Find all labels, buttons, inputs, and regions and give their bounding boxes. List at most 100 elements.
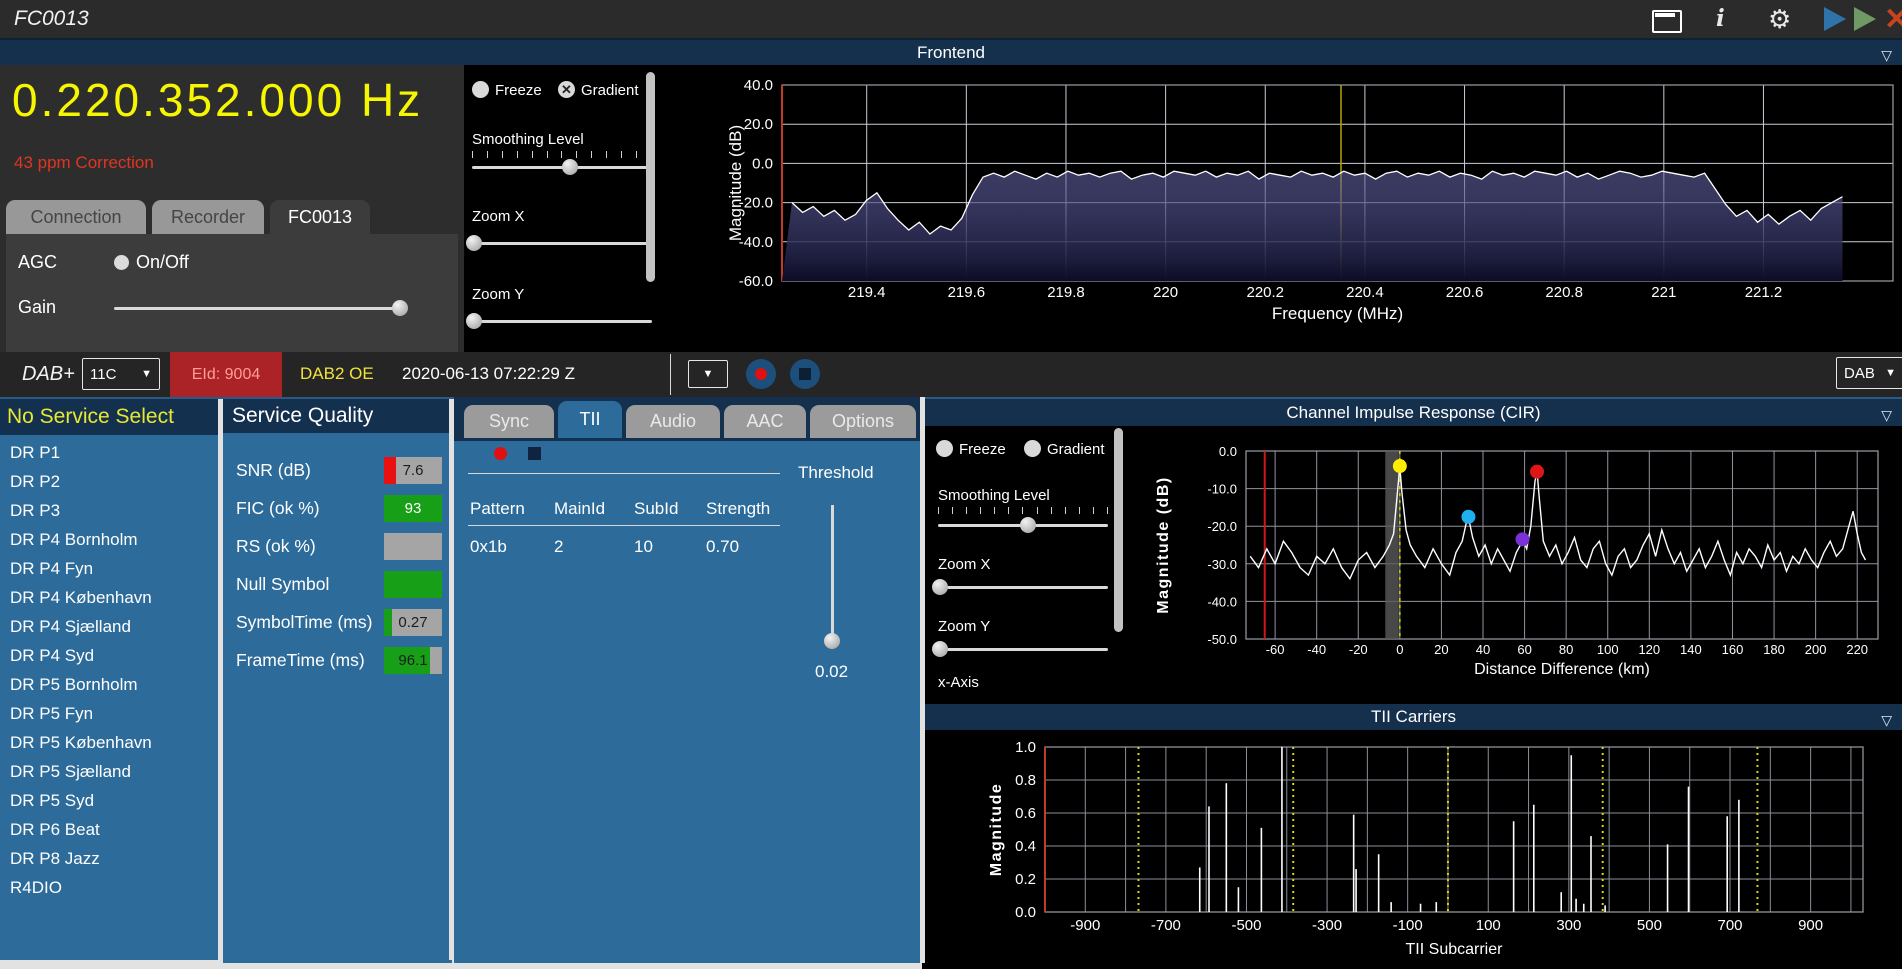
frontend-vertical-slider[interactable]: [646, 72, 655, 282]
divider: [468, 525, 780, 526]
tii-sub-legend-square: [528, 447, 541, 460]
tii-table-cell: 10: [634, 537, 653, 556]
tab-connection[interactable]: Connection: [6, 200, 146, 234]
cir-smoothing-label: Smoothing Level: [938, 487, 1050, 504]
play-green-icon[interactable]: [1854, 7, 1876, 31]
list-item[interactable]: DR P8 Jazz: [10, 849, 100, 869]
window-title: FC0013: [14, 7, 89, 30]
record-dot-icon: [755, 368, 767, 380]
cir-zoom-x-slider-handle[interactable]: [932, 579, 948, 595]
record-button[interactable]: [746, 359, 776, 389]
service-list-header: No Service Select: [0, 399, 218, 435]
frontend-body: 0.220.352.000 Hz 43 ppm Correction Conne…: [0, 65, 1902, 352]
list-item[interactable]: R4DIO: [10, 878, 62, 898]
dab-status-bar: DAB+ 11C ▼ EId: 9004 DAB2 OE 2020-06-13 …: [0, 352, 1902, 399]
gain-slider[interactable]: [114, 307, 400, 310]
tii-table-header: SubId: [634, 499, 679, 518]
threshold-slider-handle[interactable]: [824, 633, 840, 649]
list-item[interactable]: DR P6 Beat: [10, 820, 100, 840]
list-item[interactable]: DR P2: [10, 472, 60, 492]
list-item[interactable]: DR P5 Syd: [10, 791, 94, 811]
close-red-icon[interactable]: ✕: [1884, 2, 1902, 37]
svg-text:219.4: 219.4: [848, 284, 886, 301]
list-item[interactable]: DR P5 Fyn: [10, 704, 93, 724]
tii-table-header: Strength: [706, 499, 771, 518]
play-blue-icon[interactable]: [1824, 7, 1846, 31]
svg-text:-500: -500: [1231, 917, 1261, 934]
service-list-panel: No Service Select DR P1 DR P2 DR P3 DR P4 B…: [0, 399, 218, 963]
window-icon[interactable]: [1652, 10, 1682, 33]
list-item[interactable]: DR P5 Sjælland: [10, 762, 131, 782]
smoothing-slider-handle[interactable]: [562, 159, 578, 175]
cir-zoom-y-slider[interactable]: [938, 648, 1108, 651]
svg-text:100: 100: [1476, 917, 1501, 934]
tab-sync[interactable]: Sync: [464, 405, 554, 438]
tab-recorder[interactable]: Recorder: [152, 200, 264, 234]
cir-gradient-checkbox[interactable]: [1024, 440, 1041, 457]
frontend-title: Frontend: [916, 43, 986, 62]
list-item[interactable]: DR P4 København: [10, 588, 152, 608]
threshold-slider[interactable]: [831, 505, 834, 647]
svg-text:-300: -300: [1312, 917, 1342, 934]
frontend-plot-controls: Freeze ✕ Gradient Smoothing Level Zoom X…: [464, 65, 660, 352]
zoom-y-slider[interactable]: [472, 320, 652, 323]
svg-text:180: 180: [1763, 642, 1785, 657]
svg-text:0.0: 0.0: [1219, 444, 1237, 459]
list-item[interactable]: DR P5 København: [10, 733, 152, 753]
cir-zoom-x-slider[interactable]: [938, 586, 1108, 589]
divider: [670, 354, 671, 395]
svg-text:100: 100: [1597, 642, 1619, 657]
threshold-label: Threshold: [798, 463, 874, 482]
zoom-x-slider[interactable]: [472, 242, 652, 245]
tii-table-header: Pattern: [470, 499, 525, 518]
tab-audio[interactable]: Audio: [626, 405, 720, 438]
ensemble-id-badge: EId: 9004: [170, 352, 282, 397]
list-item[interactable]: DR P3: [10, 501, 60, 521]
gear-icon[interactable]: ⚙: [1768, 4, 1791, 35]
list-item[interactable]: DR P4 Sjælland: [10, 617, 131, 637]
tab-fc0013[interactable]: FC0013: [270, 200, 370, 234]
svg-text:220: 220: [1153, 284, 1178, 301]
frontend-left: 0.220.352.000 Hz 43 ppm Correction Conne…: [0, 65, 464, 352]
svg-text:-60.0: -60.0: [739, 273, 773, 290]
sq-label: FIC (ok %): [236, 498, 320, 518]
gain-slider-handle[interactable]: [392, 300, 408, 316]
cir-zoom-y-slider-handle[interactable]: [932, 641, 948, 657]
list-item[interactable]: DR P4 Fyn: [10, 559, 93, 579]
svg-text:80: 80: [1559, 642, 1573, 657]
threshold-value: 0.02: [815, 662, 849, 681]
smoothing-label: Smoothing Level: [472, 131, 584, 148]
app-window: FC0013 i ⚙ ✕ Frontend ▽ 0.220.352.000 Hz…: [0, 0, 1902, 969]
band-dropdown[interactable]: DAB ▼: [1836, 357, 1902, 389]
list-item[interactable]: DR P4 Bornholm: [10, 530, 138, 550]
zoom-y-slider-handle[interactable]: [466, 313, 482, 329]
tab-tii[interactable]: TII: [558, 401, 622, 438]
gradient-label: Gradient: [581, 82, 639, 99]
channel-dropdown[interactable]: 11C ▼: [82, 358, 160, 390]
svg-text:40: 40: [1476, 642, 1490, 657]
record-dropdown[interactable]: ▼: [688, 360, 728, 388]
chevron-down-icon: ▼: [1885, 367, 1896, 379]
tab-options[interactable]: Options: [810, 405, 916, 438]
freeze-checkbox[interactable]: [472, 81, 489, 98]
frontend-header: Frontend ▽: [0, 40, 1902, 65]
list-item[interactable]: DR P4 Syd: [10, 646, 94, 666]
sq-label: FrameTime (ms): [236, 650, 365, 670]
collapse-icon[interactable]: ▽: [1881, 402, 1892, 429]
stop-button[interactable]: [790, 359, 820, 389]
agc-toggle[interactable]: [114, 255, 129, 270]
list-item[interactable]: DR P5 Bornholm: [10, 675, 138, 695]
list-item[interactable]: DR P1: [10, 443, 60, 463]
info-icon[interactable]: i: [1716, 5, 1725, 32]
cir-smoothing-slider-handle[interactable]: [1020, 517, 1036, 533]
zoom-x-label: Zoom X: [472, 208, 525, 225]
zoom-x-slider-handle[interactable]: [466, 235, 482, 251]
utc-timestamp: 2020-06-13 07:22:29 Z: [402, 364, 575, 383]
tab-aac[interactable]: AAC: [724, 405, 806, 438]
cir-freeze-checkbox[interactable]: [936, 440, 953, 457]
gradient-checkbox[interactable]: ✕: [558, 81, 575, 98]
svg-text:500: 500: [1637, 917, 1662, 934]
tii-table-cell: 0x1b: [470, 537, 507, 556]
svg-text:-10.0: -10.0: [1207, 482, 1237, 497]
cir-header: Channel Impulse Response (CIR) ▽: [925, 399, 1902, 426]
